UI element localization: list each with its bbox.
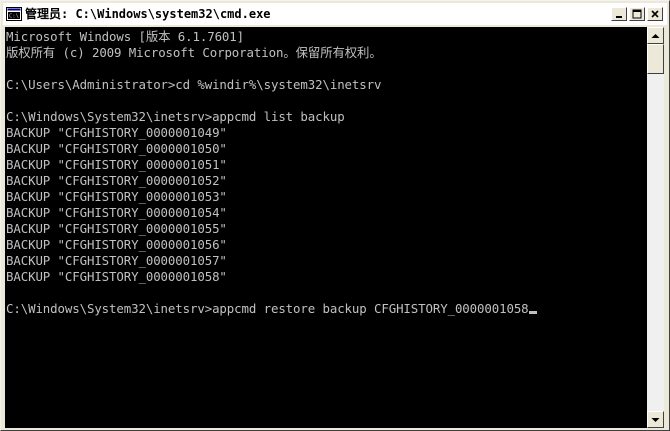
console-line: BACKUP "CFGHISTORY_0000001051" <box>6 157 227 172</box>
console-line: BACKUP "CFGHISTORY_0000001054" <box>6 205 227 220</box>
arrow-down-icon <box>651 417 660 422</box>
console-line: C:\Windows\System32\inetsrv>appcmd list … <box>6 109 345 124</box>
console-line: BACKUP "CFGHISTORY_0000001058" <box>6 269 227 284</box>
console-line: BACKUP "CFGHISTORY_0000001053" <box>6 189 227 204</box>
console-line: C:\Users\Administrator>cd %windir%\syste… <box>6 77 382 92</box>
vertical-scrollbar[interactable] <box>647 27 664 428</box>
console-line: 版权所有 (c) 2009 Microsoft Corporation。保留所有… <box>6 45 382 60</box>
console-line: BACKUP "CFGHISTORY_0000001049" <box>6 125 227 140</box>
minimize-icon <box>616 16 622 18</box>
title-bar[interactable]: C:\ 管理员: C:\Windows\system32\cmd.exe <box>3 3 667 25</box>
console-prompt-line[interactable]: C:\Windows\System32\inetsrv>appcmd resto… <box>6 301 537 317</box>
current-command: C:\Windows\System32\inetsrv>appcmd resto… <box>6 301 529 316</box>
console-line: Microsoft Windows [版本 6.1.7601] <box>6 29 245 44</box>
command-prompt-icon: C:\ <box>6 7 22 21</box>
close-icon <box>651 10 659 18</box>
window-title: 管理员: C:\Windows\system32\cmd.exe <box>25 7 271 21</box>
minimize-button[interactable] <box>611 7 627 21</box>
scroll-up-button[interactable] <box>647 27 664 44</box>
console-line: BACKUP "CFGHISTORY_0000001050" <box>6 141 227 156</box>
console-line: BACKUP "CFGHISTORY_0000001057" <box>6 253 227 268</box>
console-line: BACKUP "CFGHISTORY_0000001052" <box>6 173 227 188</box>
console-line: BACKUP "CFGHISTORY_0000001055" <box>6 221 227 236</box>
svg-text:C:\: C:\ <box>9 14 19 20</box>
maximize-icon <box>632 9 642 19</box>
arrow-up-icon <box>651 33 660 38</box>
scroll-down-button[interactable] <box>647 411 664 428</box>
console-line: BACKUP "CFGHISTORY_0000001056" <box>6 237 227 252</box>
close-button[interactable] <box>647 7 663 21</box>
caption-buttons <box>609 7 663 21</box>
console-output[interactable]: Microsoft Windows [版本 6.1.7601] 版权所有 (c)… <box>5 27 647 428</box>
scroll-thumb[interactable] <box>647 44 664 74</box>
text-cursor <box>528 311 537 314</box>
maximize-button[interactable] <box>629 7 645 21</box>
cmd-window: C:\ 管理员: C:\Windows\system32\cmd.exe Mic… <box>0 0 670 431</box>
